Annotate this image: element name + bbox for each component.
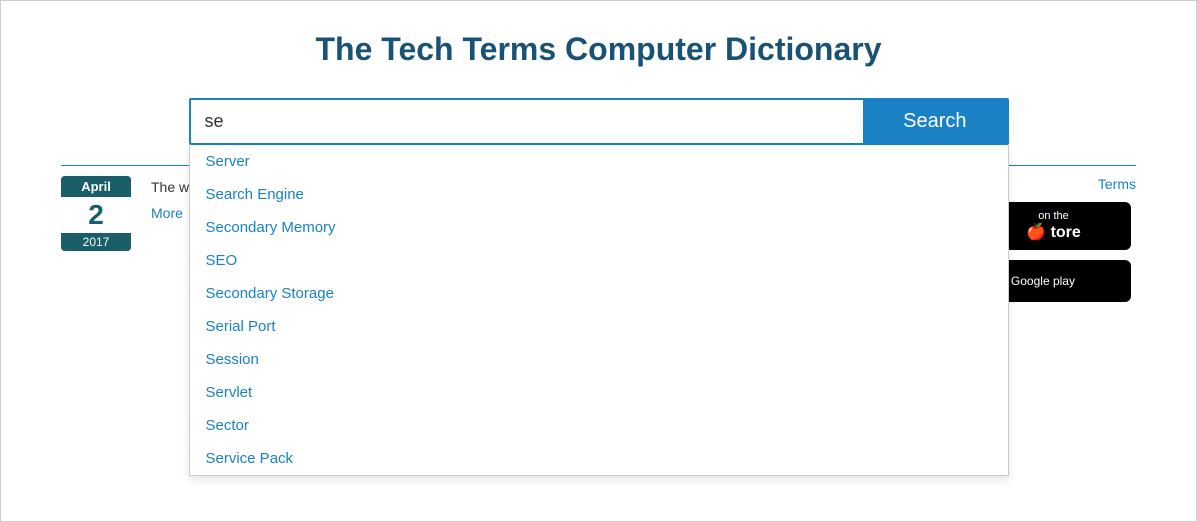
search-section: Search Server Search Engine Secondary Me… [61, 98, 1136, 145]
date-year: 2017 [61, 233, 131, 251]
autocomplete-item-sector[interactable]: Sector [190, 409, 1008, 442]
site-title: The Tech Terms Computer Dictionary [61, 31, 1136, 68]
search-container: Search Server Search Engine Secondary Me… [189, 98, 1009, 145]
autocomplete-item-service-pack[interactable]: Service Pack [190, 442, 1008, 475]
autocomplete-item-servlet[interactable]: Servlet [190, 376, 1008, 409]
terms-link[interactable]: Terms [1098, 176, 1136, 192]
autocomplete-item-secondary-memory[interactable]: Secondary Memory [190, 211, 1008, 244]
autocomplete-item-server[interactable]: Server [190, 145, 1008, 178]
date-month: April [61, 176, 131, 197]
autocomplete-item-search-engine[interactable]: Search Engine [190, 178, 1008, 211]
autocomplete-item-seo[interactable]: SEO [190, 244, 1008, 277]
search-button[interactable]: Search [863, 100, 1006, 143]
search-bar: Search [189, 98, 1009, 145]
autocomplete-item-session[interactable]: Session [190, 343, 1008, 376]
autocomplete-item-serial-port[interactable]: Serial Port [190, 310, 1008, 343]
page-wrapper: The Tech Terms Computer Dictionary Searc… [0, 0, 1197, 522]
autocomplete-item-secondary-storage[interactable]: Secondary Storage [190, 277, 1008, 310]
date-day: 2 [61, 197, 131, 233]
date-badge: April 2 2017 [61, 176, 131, 251]
search-input[interactable] [191, 100, 864, 143]
autocomplete-dropdown: Server Search Engine Secondary Memory SE… [189, 145, 1009, 476]
google-play-text: Google play [1011, 274, 1075, 288]
